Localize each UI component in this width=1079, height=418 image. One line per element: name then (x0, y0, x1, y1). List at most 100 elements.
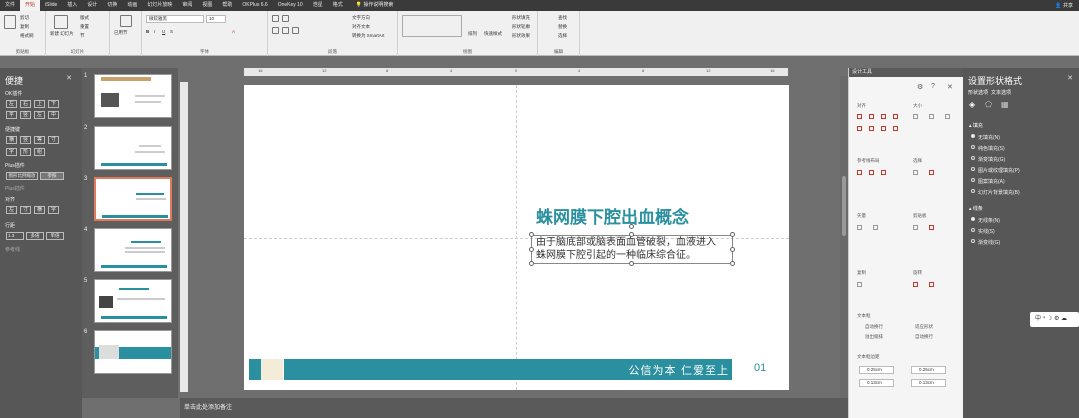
multiple-button[interactable]: 多倍 (26, 232, 44, 240)
align-right-icon[interactable] (881, 114, 886, 119)
italic-button[interactable]: I (154, 29, 155, 34)
resize-handle[interactable] (730, 247, 735, 252)
text-options-tab[interactable]: 文本选项 (991, 89, 1011, 96)
margin-right-input[interactable]: 0.25cm (911, 366, 946, 374)
slide-thumbnail-1[interactable] (94, 74, 172, 118)
btn-r4-2[interactable]: 组 (34, 148, 45, 156)
scale-shape-button[interactable]: 图形比例缩放 (6, 172, 38, 180)
close-icon[interactable]: ✕ (1067, 74, 1073, 82)
tab-design[interactable]: 设计 (82, 0, 102, 11)
text-direction-button[interactable]: 文字方向 (352, 15, 370, 21)
gradient-line-option[interactable]: 渐变线(G) (971, 239, 1000, 246)
reference-button[interactable]: 参照 (40, 172, 64, 180)
btn-r2-3[interactable]: 中 (48, 111, 59, 119)
find-button[interactable]: 查找 (558, 15, 567, 21)
shape-options-tab[interactable]: 形状选项 (968, 89, 988, 96)
btn-r2-2[interactable]: 左 (34, 111, 45, 119)
tab-transitions[interactable]: 切换 (102, 0, 122, 11)
btn-r4-1[interactable]: 形 (20, 148, 31, 156)
gradient-fill-option[interactable]: 渐变填充(G) (971, 156, 1005, 163)
tab-slideshow[interactable]: 幻灯片放映 (142, 0, 177, 11)
btn-r3-0[interactable]: 横 (6, 136, 17, 144)
section-button[interactable]: 节 (80, 33, 85, 39)
btn-r5-0[interactable]: 左 (6, 206, 17, 214)
solid-line-option[interactable]: 实线(S) (971, 228, 995, 235)
btn-r5-2[interactable]: 横 (34, 206, 45, 214)
align-center-icon[interactable] (869, 114, 874, 119)
fit-shape-option[interactable]: 适应形状 (915, 324, 933, 330)
select-button[interactable]: 选择 (558, 33, 567, 39)
same-size-icon[interactable] (945, 114, 950, 119)
btn-r1-2[interactable]: 上 (34, 100, 45, 108)
guide-icon[interactable] (881, 170, 886, 175)
reset-button[interactable]: 重置 (80, 24, 89, 30)
help-icon[interactable]: ? (931, 83, 935, 90)
close-icon[interactable]: ✕ (947, 83, 953, 91)
line-spacing-input[interactable]: 1.3 (6, 232, 24, 240)
shape-effects-button[interactable]: 形状效果 (512, 33, 530, 39)
font-name-input[interactable]: 微软雅黑 (146, 15, 204, 23)
shrink-option[interactable]: 溢出缩排 (865, 334, 883, 340)
tab-insert[interactable]: 插入 (62, 0, 82, 11)
bold-button[interactable]: B (146, 29, 149, 34)
slide-thumbnail-6[interactable] (94, 330, 172, 374)
margin-bottom-input[interactable]: 0.13cm (911, 379, 946, 387)
rotate-icon[interactable] (929, 282, 934, 287)
new-slide-button[interactable]: 新建 幻灯片 (50, 31, 74, 37)
wrap-option[interactable]: 自动换行 (915, 334, 933, 340)
tab-onekey[interactable]: OneKey 10 (273, 0, 308, 11)
guide-icon[interactable] (869, 170, 874, 175)
slide-bg-fill-option[interactable]: 幻灯片背景填充(B) (971, 189, 1020, 196)
notes-pane[interactable]: 单击此处添加备注 (180, 398, 848, 418)
picture-fill-option[interactable]: 图片或纹理填充(P) (971, 167, 1020, 174)
paste-icon[interactable] (4, 15, 16, 29)
fill-line-icon[interactable]: ◈ (969, 100, 975, 109)
tab-islide[interactable]: iSlide (40, 0, 62, 11)
shape-fill-button[interactable]: 形状填充 (512, 15, 530, 21)
slide-title[interactable]: 蛛网膜下腔出血概念 (536, 203, 689, 228)
resize-handle[interactable] (529, 261, 534, 266)
copy-icon[interactable] (857, 282, 862, 287)
btn-r1-3[interactable]: 下 (48, 100, 59, 108)
tab-review[interactable]: 审阅 (177, 0, 197, 11)
select-icon[interactable] (929, 170, 934, 175)
distribute-v-icon[interactable] (893, 126, 898, 131)
bullets-icon[interactable] (272, 15, 279, 22)
slide-thumbnail-2[interactable] (94, 126, 172, 170)
clipboard-icon[interactable] (929, 225, 934, 230)
select-icon[interactable] (913, 170, 918, 175)
underline-button[interactable]: U (162, 29, 165, 34)
tab-okplus[interactable]: OKPlus 6.6 (237, 0, 272, 11)
cut-button[interactable]: 剪切 (20, 15, 29, 21)
btn-r2-0[interactable]: 平 (6, 111, 17, 119)
vertical-scrollbar[interactable] (840, 76, 848, 398)
shadow-button[interactable]: S (170, 29, 173, 34)
align-center-icon[interactable] (282, 27, 289, 34)
replace-button[interactable]: 替换 (558, 24, 567, 30)
slide-thumbnail-3[interactable] (94, 177, 172, 221)
tab-file[interactable]: 文件 (0, 0, 20, 11)
resize-handle[interactable] (529, 247, 534, 252)
page-number[interactable]: 01 (754, 362, 766, 374)
layout-button[interactable]: 版式 (80, 15, 89, 21)
btn-r2-1[interactable]: 竖 (20, 111, 31, 119)
btn-r3-1[interactable]: 竖 (20, 136, 31, 144)
no-fill-option[interactable]: 无填充(N) (971, 134, 1000, 141)
btn-r3-2[interactable]: 等 (34, 136, 45, 144)
rotate-handle-icon[interactable] (629, 224, 634, 229)
btn-r1-1[interactable]: 右 (20, 100, 31, 108)
tab-format[interactable]: 格式 (328, 0, 348, 11)
margin-top-input[interactable]: 0.13cm (859, 379, 894, 387)
settings-icon[interactable]: ⚙ (917, 83, 923, 91)
shape-outline-button[interactable]: 形状轮廓 (512, 24, 530, 30)
ime-toolbar[interactable]: 中 ⁴ ☽ ⚙ ☁ (1030, 312, 1079, 327)
resize-handle[interactable] (730, 232, 735, 237)
tab-animations[interactable]: 动画 (122, 0, 142, 11)
distribute-h-icon[interactable] (881, 126, 886, 131)
resize-handle[interactable] (730, 261, 735, 266)
same-height-icon[interactable] (929, 114, 934, 119)
close-icon[interactable]: ✕ (66, 74, 72, 82)
resize-handle[interactable] (629, 232, 634, 237)
rotate-icon[interactable] (913, 282, 918, 287)
arrange-button[interactable]: 排列 (468, 31, 477, 37)
